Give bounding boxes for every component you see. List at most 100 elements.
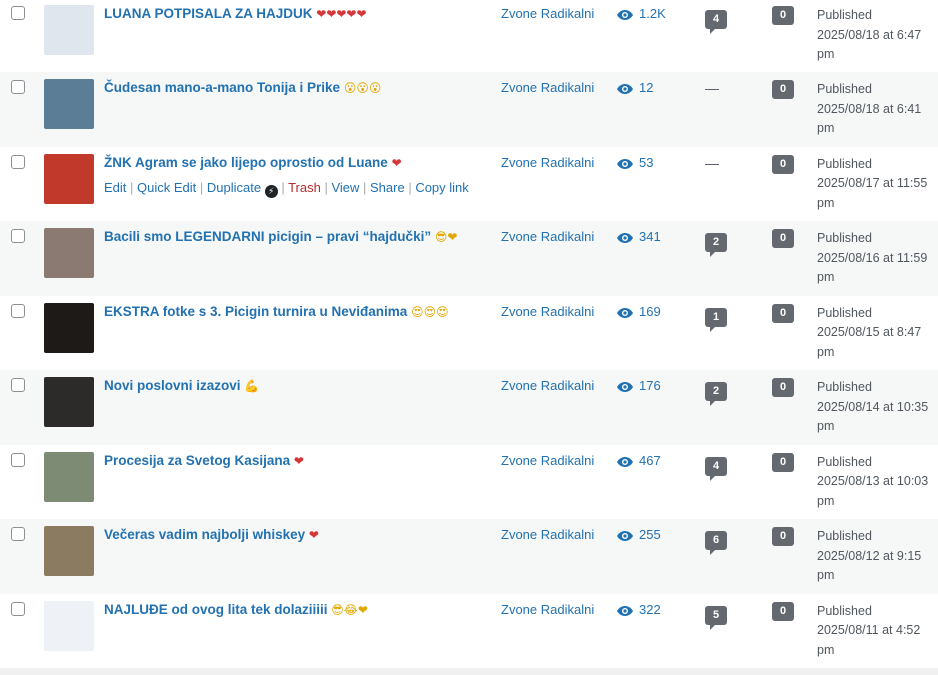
share-link[interactable]: Share <box>370 180 405 195</box>
table-row: ŽNK Agram se jako lijepo oprostio od Lua… <box>0 147 938 222</box>
post-thumbnail[interactable] <box>44 526 94 576</box>
views-count: 322 <box>616 602 661 617</box>
author-link[interactable]: Zvone Radikalni <box>501 527 594 542</box>
post-title-text: ŽNK Agram se jako lijepo oprostio od Lua… <box>104 154 388 170</box>
post-title-text: LUANA POTPISALA ZA HAJDUK <box>104 6 313 21</box>
table-row: EKSTRA fotke s 3. Picigin turnira u Nevi… <box>0 296 938 371</box>
posts-table: LUANA POTPISALA ZA HAJDUK ❤❤❤❤❤ Zvone Ra… <box>0 0 938 668</box>
post-date-value: 2025/08/16 at 11:59 pm <box>817 250 928 285</box>
post-thumbnail[interactable] <box>44 153 94 204</box>
pending-comments-badge[interactable]: 0 <box>772 378 794 397</box>
post-thumbnail[interactable] <box>44 302 94 353</box>
pending-comments-badge[interactable]: 0 <box>772 452 794 472</box>
row-checkbox[interactable] <box>11 229 25 243</box>
title-emoji: 💪 <box>244 379 260 393</box>
views-count: 467 <box>616 453 661 468</box>
post-title-text: Bacili smo LEGENDARNI picigin – pravi “h… <box>104 229 432 244</box>
title-emoji: 😎❤ <box>434 230 458 244</box>
post-date: Published 2025/08/13 at 10:03 pm <box>817 453 935 512</box>
title-emoji: ❤ <box>391 155 402 170</box>
eye-icon <box>616 527 639 542</box>
pending-comments-badge[interactable]: 0 <box>772 154 794 174</box>
edit-link[interactable]: Edit <box>104 180 126 195</box>
comment-count-bubble[interactable]: 5 <box>705 605 727 630</box>
eye-icon <box>616 304 639 319</box>
post-status: Published <box>817 454 872 469</box>
post-title-text: EKSTRA fotke s 3. Picigin turnira u Nevi… <box>104 303 408 319</box>
row-checkbox[interactable] <box>11 601 25 616</box>
copy-link[interactable]: Copy link <box>415 180 468 195</box>
pending-comments-badge[interactable]: 0 <box>772 6 794 25</box>
comment-count-bubble[interactable]: 6 <box>705 531 727 555</box>
post-status: Published <box>817 603 872 618</box>
post-title-link[interactable]: Čudesan mano-a-mano Tonija i Prike 😮😮😮 <box>104 79 484 97</box>
author-link[interactable]: Zvone Radikalni <box>501 155 594 170</box>
row-checkbox[interactable] <box>11 80 25 94</box>
row-checkbox[interactable] <box>11 378 25 392</box>
comment-count-bubble[interactable]: 1 <box>705 307 727 332</box>
views-value: 176 <box>639 378 661 393</box>
post-title-link[interactable]: Bacili smo LEGENDARNI picigin – pravi “h… <box>104 228 484 246</box>
post-thumbnail[interactable] <box>44 79 94 129</box>
author-link[interactable]: Zvone Radikalni <box>501 80 594 95</box>
post-title-link[interactable]: Novi poslovni izazovi 💪 <box>104 377 484 395</box>
post-thumbnail[interactable] <box>44 451 94 502</box>
post-thumbnail[interactable] <box>44 377 94 427</box>
row-checkbox[interactable] <box>11 154 25 169</box>
post-thumbnail[interactable] <box>44 600 94 651</box>
post-title-link[interactable]: Večeras vadim najbolji whiskey ❤ <box>104 526 484 544</box>
post-date-value: 2025/08/15 at 8:47 pm <box>817 325 922 359</box>
eye-icon <box>616 155 639 170</box>
quick-edit-link[interactable]: Quick Edit <box>137 180 196 195</box>
post-title-link[interactable]: ŽNK Agram se jako lijepo oprostio od Lua… <box>104 154 484 172</box>
trash-link[interactable]: Trash <box>288 180 321 195</box>
row-checkbox[interactable] <box>11 452 25 467</box>
eye-icon <box>616 378 639 393</box>
post-date-value: 2025/08/13 at 10:03 pm <box>817 474 929 508</box>
views-count: 53 <box>616 155 653 170</box>
post-date-value: 2025/08/18 at 6:41 pm <box>817 101 922 136</box>
author-link[interactable]: Zvone Radikalni <box>501 6 594 21</box>
comment-count-bubble[interactable]: 4 <box>705 10 727 34</box>
post-status: Published <box>817 231 872 245</box>
post-thumbnail[interactable] <box>44 228 94 278</box>
views-count: 169 <box>616 304 661 319</box>
views-value: 1.2K <box>639 6 666 21</box>
duplicate-link[interactable]: Duplicate <box>207 180 261 195</box>
post-status: Published <box>817 156 872 171</box>
author-link[interactable]: Zvone Radikalni <box>501 378 594 393</box>
pending-comments-badge[interactable]: 0 <box>772 527 794 546</box>
pending-comments-badge[interactable]: 0 <box>772 601 794 621</box>
views-value: 322 <box>639 601 661 617</box>
eye-icon <box>616 80 639 95</box>
author-link[interactable]: Zvone Radikalni <box>501 304 594 319</box>
post-title-link[interactable]: LUANA POTPISALA ZA HAJDUK ❤❤❤❤❤ <box>104 5 484 23</box>
title-emoji: ❤ <box>293 453 304 468</box>
comment-count-bubble[interactable]: 2 <box>705 233 727 257</box>
no-comments: — <box>705 80 719 96</box>
pending-comments-badge[interactable]: 0 <box>772 303 794 323</box>
eye-icon <box>616 602 639 617</box>
post-title-link[interactable]: EKSTRA fotke s 3. Picigin turnira u Nevi… <box>104 303 484 321</box>
post-title-text: Večeras vadim najbolji whiskey <box>104 527 306 542</box>
author-link[interactable]: Zvone Radikalni <box>501 602 594 617</box>
post-date: Published 2025/08/14 at 10:35 pm <box>817 378 935 437</box>
post-title-text: Procesija za Svetog Kasijana <box>104 452 291 468</box>
author-link[interactable]: Zvone Radikalni <box>501 453 594 468</box>
view-link[interactable]: View <box>331 180 359 195</box>
comment-count-bubble[interactable]: 2 <box>705 382 727 406</box>
pending-comments-badge[interactable]: 0 <box>772 229 794 248</box>
row-checkbox[interactable] <box>11 527 25 541</box>
row-checkbox[interactable] <box>11 6 25 20</box>
post-title-link[interactable]: NAJLUĐE od ovog lita tek dolaziiiii 😎😂❤ <box>104 601 484 619</box>
comment-count-bubble[interactable]: 4 <box>705 456 727 481</box>
table-row: LUANA POTPISALA ZA HAJDUK ❤❤❤❤❤ Zvone Ra… <box>0 0 938 72</box>
author-link[interactable]: Zvone Radikalni <box>501 229 594 244</box>
pending-comments-badge[interactable]: 0 <box>772 80 794 99</box>
post-thumbnail[interactable] <box>44 5 94 55</box>
post-date-value: 2025/08/14 at 10:35 pm <box>817 399 929 434</box>
post-date-value: 2025/08/17 at 11:55 pm <box>817 176 928 210</box>
bolt-icon: ⚡ <box>264 184 278 198</box>
post-title-link[interactable]: Procesija za Svetog Kasijana ❤ <box>104 452 484 470</box>
row-checkbox[interactable] <box>11 303 25 318</box>
